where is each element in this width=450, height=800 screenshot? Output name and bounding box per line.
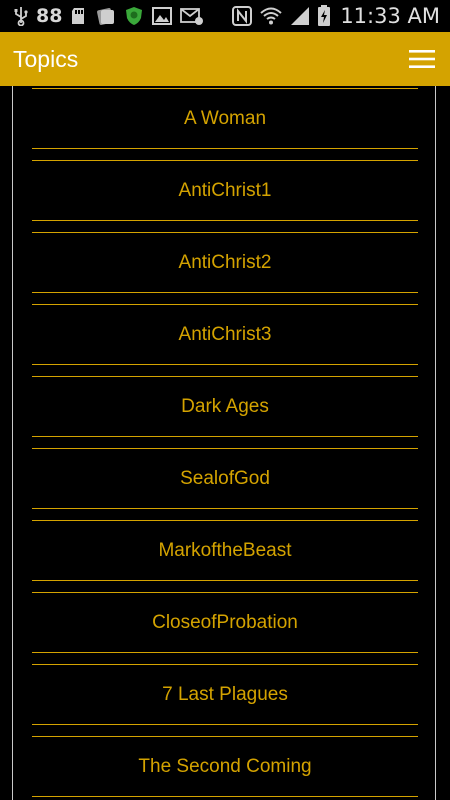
- topic-label: A Woman: [183, 107, 267, 129]
- status-right: 11:33 AM: [232, 0, 440, 32]
- usb-icon: [14, 6, 28, 26]
- topic-label: CloseofProbation: [152, 611, 298, 633]
- image-icon: [152, 7, 173, 25]
- battery-charging-icon: [317, 5, 331, 27]
- topic-item[interactable]: MarkoftheBeast: [32, 520, 418, 581]
- topic-label: The Second Coming: [138, 755, 312, 777]
- topic-item[interactable]: 7 Last Plagues: [32, 664, 418, 725]
- topic-label: AntiChrist3: [178, 323, 272, 345]
- nfc-icon: [232, 6, 253, 26]
- topic-label: Dark Ages: [181, 395, 269, 417]
- topic-item[interactable]: SealofGod: [32, 448, 418, 509]
- topic-label: AntiChrist2: [178, 251, 272, 273]
- shield-app-icon: [124, 6, 144, 26]
- notification-count: 88: [36, 5, 63, 27]
- clock: 11:33 AM: [340, 4, 440, 28]
- topic-label: SealofGod: [180, 467, 270, 489]
- status-left: 88: [14, 0, 204, 32]
- menu-button[interactable]: [394, 32, 450, 86]
- topic-item[interactable]: The Second Coming: [32, 736, 418, 797]
- email-icon: [180, 6, 204, 26]
- wifi-icon: [259, 6, 283, 26]
- topic-item[interactable]: AntiChrist3: [32, 304, 418, 365]
- topic-item[interactable]: CloseofProbation: [32, 592, 418, 653]
- topic-item[interactable]: AntiChrist1: [32, 160, 418, 221]
- media-icon: [96, 6, 116, 26]
- signal-icon: [290, 6, 310, 26]
- status-bar: 88 11:33 AM: [0, 0, 450, 32]
- hamburger-menu-icon: [409, 50, 435, 68]
- topic-item[interactable]: A Woman: [32, 88, 418, 149]
- topic-list: A Woman AntiChrist1 AntiChrist2 AntiChri…: [32, 88, 418, 800]
- topic-label: 7 Last Plagues: [162, 683, 288, 705]
- topics-content[interactable]: A Woman AntiChrist1 AntiChrist2 AntiChri…: [0, 86, 450, 800]
- sd-card-icon: [70, 6, 88, 26]
- app-bar: Topics: [0, 32, 450, 86]
- topic-label: AntiChrist1: [178, 179, 272, 201]
- topic-item[interactable]: Dark Ages: [32, 376, 418, 437]
- page-title: Topics: [13, 46, 79, 72]
- topic-label: MarkoftheBeast: [158, 539, 292, 561]
- topic-item[interactable]: AntiChrist2: [32, 232, 418, 293]
